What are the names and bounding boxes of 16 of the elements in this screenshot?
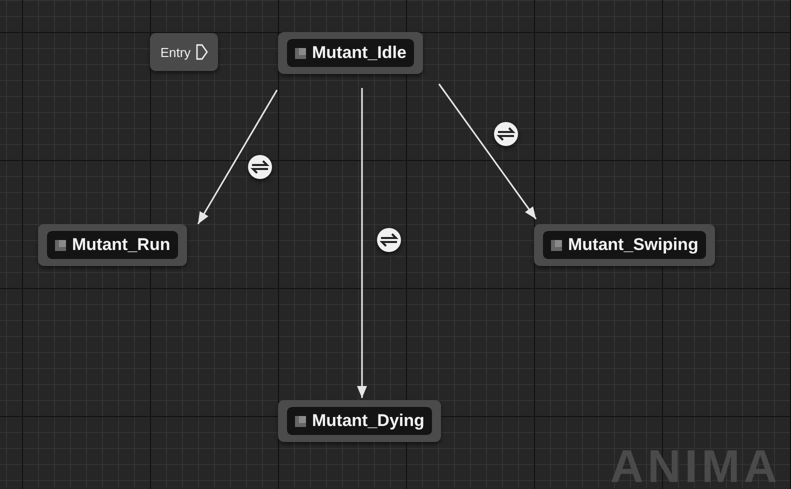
state-node[interactable]: Mutant_Run (38, 224, 188, 266)
state-icon (295, 48, 306, 58)
state-icon (551, 240, 562, 250)
state-name: Mutant_Idle (312, 43, 406, 63)
state-icon (295, 416, 306, 426)
entry-node[interactable]: Entry (150, 33, 218, 71)
entry-label: Entry (160, 44, 191, 60)
state-name: Mutant_Dying (312, 411, 424, 431)
state-name: Mutant_Run (72, 235, 170, 255)
state-node[interactable]: Mutant_Idle (278, 32, 424, 74)
output-pin-icon (196, 44, 208, 60)
state-name: Mutant_Swiping (568, 235, 698, 255)
graph-type-label: ANIMA (610, 443, 781, 489)
state-icon (55, 240, 66, 250)
state-node[interactable]: Mutant_Swiping (534, 224, 716, 266)
state-node[interactable]: Mutant_Dying (278, 400, 442, 442)
